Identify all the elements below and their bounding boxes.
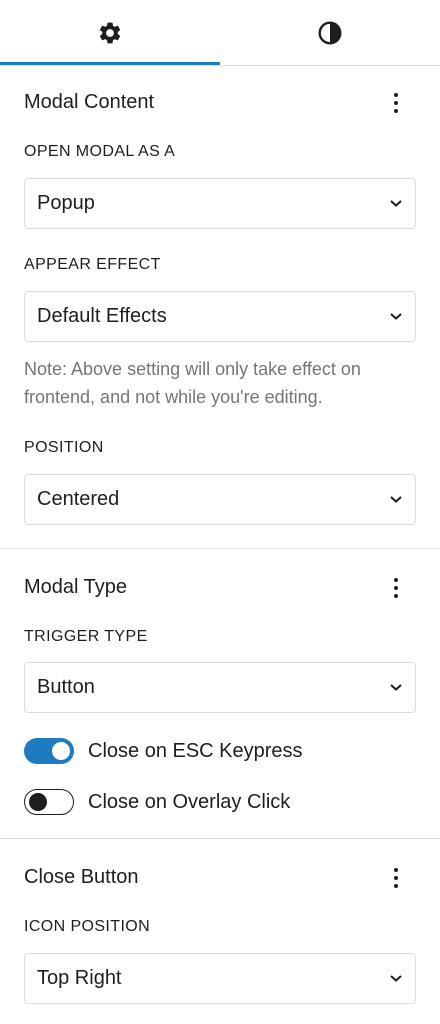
trigger-type-label: TRIGGER TYPE	[24, 628, 148, 645]
tab-settings[interactable]	[0, 0, 220, 65]
chevron-down-icon	[390, 684, 402, 691]
appear-effect-label: APPEAR EFFECT	[24, 256, 161, 273]
panel-divider	[0, 548, 440, 549]
position-label: POSITION	[24, 439, 104, 456]
more-options-icon[interactable]	[384, 89, 408, 117]
sidebar-tabs	[0, 0, 440, 66]
close-on-overlay-toggle[interactable]	[24, 789, 74, 815]
close-on-esc-label: Close on ESC Keypress	[88, 739, 303, 762]
half-circle-contrast-icon	[318, 21, 342, 44]
toggle-knob	[29, 793, 47, 811]
more-options-icon[interactable]	[384, 864, 408, 892]
toggle-knob	[52, 742, 70, 760]
active-tab-indicator	[0, 62, 220, 65]
chevron-down-icon	[390, 496, 402, 503]
close-on-esc-toggle[interactable]	[24, 738, 74, 764]
open-modal-as-label: OPEN MODAL AS A	[24, 143, 176, 160]
close-on-overlay-label: Close on Overlay Click	[88, 790, 291, 813]
open-modal-as-value: Popup	[37, 192, 95, 214]
position-value: Centered	[37, 488, 120, 510]
gear-icon	[99, 22, 121, 43]
icon-position-label: ICON POSITION	[24, 918, 151, 935]
appear-effect-note: Note: Above setting will only take effec…	[24, 359, 361, 407]
trigger-type-select[interactable]: Button	[24, 662, 416, 713]
appear-effect-select[interactable]: Default Effects	[24, 291, 416, 342]
panel-title-close-button[interactable]: Close Button	[24, 866, 139, 889]
panel-title-modal-content[interactable]: Modal Content	[24, 91, 154, 114]
open-modal-as-select[interactable]: Popup	[24, 178, 416, 229]
icon-position-select[interactable]: Top Right	[24, 953, 416, 1004]
close-on-esc-toggle-row[interactable]: Close on ESC Keypress	[24, 737, 303, 765]
chevron-down-icon	[390, 200, 402, 207]
chevron-down-icon	[390, 975, 402, 982]
trigger-type-value: Button	[37, 676, 95, 698]
panel-title-modal-type[interactable]: Modal Type	[24, 576, 127, 599]
appear-effect-value: Default Effects	[37, 305, 167, 327]
close-on-overlay-toggle-row[interactable]: Close on Overlay Click	[24, 788, 290, 816]
chevron-down-icon	[390, 313, 402, 320]
panel-divider	[0, 838, 440, 839]
tab-styles[interactable]	[220, 0, 440, 65]
position-select[interactable]: Centered	[24, 474, 416, 525]
icon-position-value: Top Right	[37, 967, 122, 989]
more-options-icon[interactable]	[384, 574, 408, 602]
